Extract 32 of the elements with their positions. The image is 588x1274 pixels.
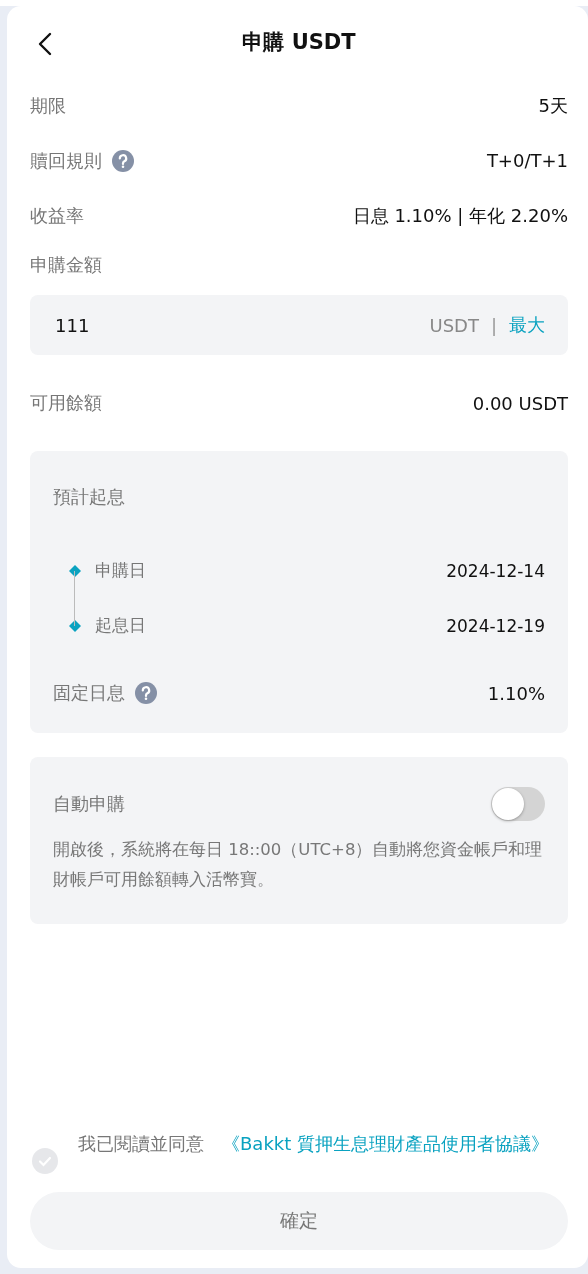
row-value: 5天 — [538, 93, 568, 118]
step-date: 2024-12-14 — [446, 560, 545, 581]
auto-description: 開啟後，系統將在每日 18::00（UTC+8）自動將您資金帳戶和理財帳戶可用餘額轉入活幣寶。 — [53, 839, 544, 891]
balance-label: 可用餘額 — [30, 391, 102, 415]
back-icon[interactable] — [38, 32, 52, 56]
agreement-link[interactable]: 《Bakkt 質押生息理財產品使用者協議》 — [222, 1133, 549, 1154]
unit-label: USDT — [429, 314, 479, 336]
row-label: 收益率 — [30, 203, 84, 228]
schedule-title: 預計起息 — [53, 486, 125, 507]
help-icon[interactable] — [112, 149, 134, 172]
fixed-rate-value: 1.10% — [487, 682, 545, 704]
step-label: 起息日 — [95, 614, 147, 638]
amount-label: 申購金額 — [30, 253, 102, 277]
checkbox[interactable] — [32, 1148, 58, 1174]
auto-label: 自動申購 — [53, 792, 125, 816]
toggle-switch[interactable] — [491, 787, 545, 821]
row-label: 期限 — [30, 93, 66, 118]
diamond-icon — [69, 564, 81, 577]
agreement-text: 我已閱讀並同意 《Bakkt 質押生息理財產品使用者協議》 — [78, 1132, 549, 1156]
step-date: 2024-12-19 — [446, 615, 545, 636]
row-label: 贖回規則 — [30, 148, 102, 173]
fixed-rate-label: 固定日息 — [53, 681, 125, 706]
separator: | — [490, 314, 497, 336]
row-value: 日息 1.10% | 年化 2.20% — [352, 203, 568, 228]
balance-value: 0.00 USDT — [472, 392, 568, 414]
amount-field[interactable]: 111 USDT | 最大 — [30, 295, 568, 355]
page-title: 申購 USDT — [242, 29, 356, 56]
help-icon[interactable] — [135, 682, 157, 705]
max-button[interactable]: 最大 — [509, 313, 545, 337]
row-value: T+0/T+1 — [486, 150, 568, 171]
step-label: 申購日 — [95, 559, 147, 583]
diamond-icon — [69, 619, 81, 632]
